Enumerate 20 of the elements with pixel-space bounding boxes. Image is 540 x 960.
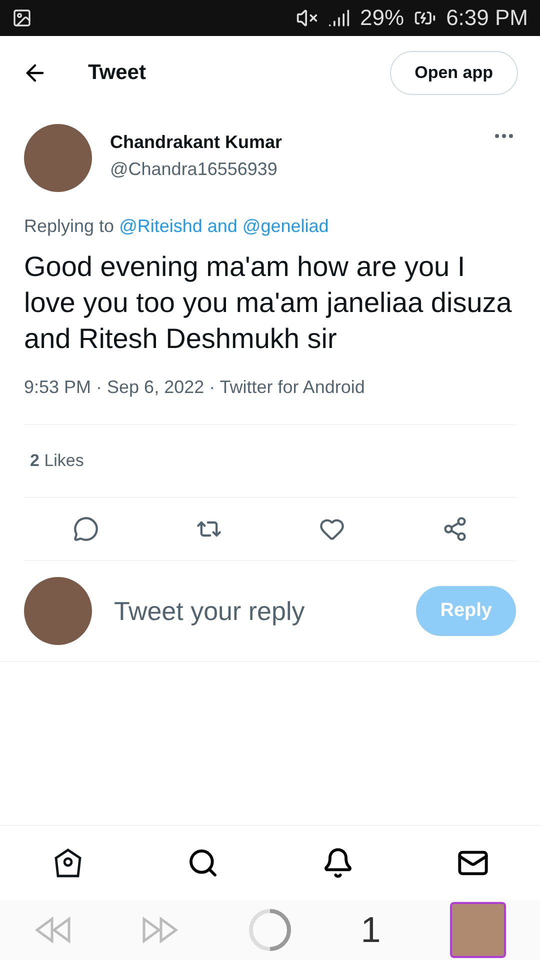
user-handle[interactable]: @Chandra16556939 (110, 159, 474, 180)
mute-icon (296, 7, 318, 29)
image-icon (12, 8, 32, 28)
tweet-timestamp: 9:53 PM · Sep 6, 2022 · Twitter for Android (24, 377, 516, 425)
search-icon[interactable] (186, 847, 218, 879)
open-app-button[interactable]: Open app (390, 51, 518, 95)
clock-time: 6:39 PM (446, 5, 528, 31)
page-title: Tweet (88, 61, 147, 85)
signal-icon (328, 7, 350, 29)
likes-count[interactable]: 2 Likes (24, 425, 516, 498)
battery-percent: 29% (360, 5, 404, 31)
comment-icon[interactable] (72, 516, 98, 542)
replying-to-text: Replying to @Riteishd and @geneliad (24, 216, 330, 237)
loading-spinner-icon (248, 908, 292, 952)
share-icon[interactable] (442, 516, 468, 542)
tab-count[interactable]: 1 (360, 909, 381, 951)
heart-icon[interactable] (318, 516, 344, 542)
bell-icon[interactable] (322, 847, 354, 879)
user-name[interactable]: Chandrakant Kumar (110, 132, 474, 153)
tweet-text: Good evening ma'am how are you I love you too you ma'am janeliaa disuza and Ritesh Deshmukh sir (24, 250, 513, 356)
